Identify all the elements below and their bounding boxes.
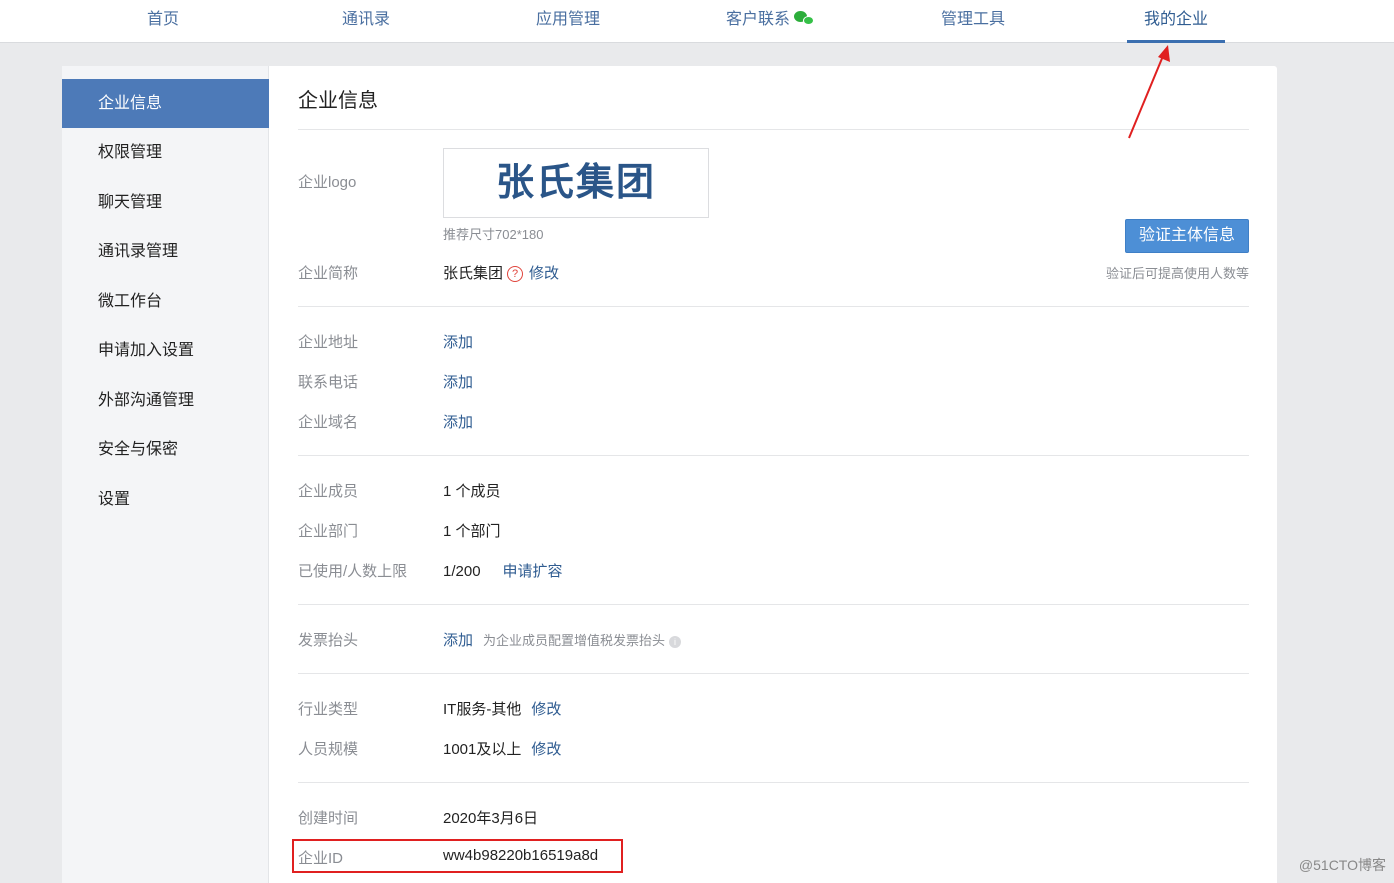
top-nav: 首页 通讯录 应用管理 客户联系 管理工具 我的企业 (0, 0, 1394, 43)
edit-industry-link[interactable]: 修改 (531, 701, 561, 718)
sidebar-item-permissions[interactable]: 权限管理 (62, 128, 269, 177)
usage-row: 1/200 申请扩容 (443, 560, 563, 581)
short-name-row: 张氏集团? 修改 (443, 262, 559, 283)
sidebar-item-settings[interactable]: 设置 (62, 475, 269, 524)
members-value: 1 个成员 (443, 483, 501, 500)
created-value: 2020年3月6日 (443, 810, 539, 827)
divider (298, 129, 1249, 130)
verify-hint: 验证后可提高使用人数等 (1105, 266, 1249, 281)
corp-id-highlight-box (292, 839, 623, 873)
domain-label: 企业域名 (298, 414, 359, 431)
invoice-note: 为企业成员配置增值税发票抬头 (483, 633, 666, 648)
invoice-label: 发票抬头 (298, 632, 359, 649)
scale-row: 1001及以上 修改 (443, 738, 561, 759)
nav-management-tools[interactable]: 管理工具 (925, 0, 1021, 43)
edit-scale-link[interactable]: 修改 (531, 741, 561, 758)
main-card: 企业信息 权限管理 聊天管理 通讯录管理 微工作台 申请加入设置 外部沟通管理 … (62, 66, 1277, 883)
scale-label: 人员规模 (298, 741, 359, 758)
sidebar-item-chat-management[interactable]: 聊天管理 (62, 178, 269, 227)
industry-label: 行业类型 (298, 701, 359, 718)
info-icon[interactable]: i (669, 636, 682, 648)
sidebar: 企业信息 权限管理 聊天管理 通讯录管理 微工作台 申请加入设置 外部沟通管理 … (62, 66, 269, 883)
sidebar-item-join-settings[interactable]: 申请加入设置 (62, 326, 269, 375)
logo-label: 企业logo (298, 174, 357, 191)
watermark: @51CTO博客 (1298, 857, 1386, 873)
help-icon[interactable]: ? (507, 266, 524, 282)
sidebar-item-external-communication[interactable]: 外部沟通管理 (62, 376, 269, 425)
logo-size-hint: 推荐尺寸702*180 (443, 227, 544, 242)
add-address-link[interactable]: 添加 (443, 331, 473, 352)
page-title: 企业信息 (298, 90, 378, 112)
address-label: 企业地址 (298, 334, 359, 351)
enterprise-logo[interactable]: 张氏集团 (443, 148, 709, 218)
industry-value: IT服务-其他 (443, 701, 522, 718)
short-name-value: 张氏集团 (443, 265, 504, 282)
created-label: 创建时间 (298, 810, 359, 827)
nav-app-management[interactable]: 应用管理 (519, 0, 617, 43)
edit-short-name-link[interactable]: 修改 (529, 265, 559, 282)
divider (298, 782, 1249, 783)
add-phone-link[interactable]: 添加 (443, 371, 473, 392)
departments-label: 企业部门 (298, 523, 359, 540)
add-invoice-link[interactable]: 添加 (443, 632, 473, 649)
phone-label: 联系电话 (298, 374, 359, 391)
nav-my-enterprise[interactable]: 我的企业 (1127, 0, 1225, 43)
divider (298, 604, 1249, 605)
sidebar-item-micro-workbench[interactable]: 微工作台 (62, 277, 269, 326)
divider (298, 306, 1249, 307)
sidebar-item-contacts-management[interactable]: 通讯录管理 (62, 227, 269, 276)
scale-value: 1001及以上 (443, 741, 522, 758)
nav-customer-contact-label: 客户联系 (725, 11, 790, 28)
nav-contacts[interactable]: 通讯录 (318, 0, 414, 43)
add-domain-link[interactable]: 添加 (443, 411, 473, 432)
sidebar-item-enterprise-info[interactable]: 企业信息 (62, 79, 269, 128)
departments-value: 1 个部门 (443, 523, 501, 540)
divider (298, 455, 1249, 456)
invoice-row: 添加 为企业成员配置增值税发票抬头 i (443, 629, 682, 650)
divider (298, 673, 1249, 674)
nav-home[interactable]: 首页 (114, 0, 212, 43)
usage-value: 1/200 (443, 563, 481, 580)
verify-entity-button[interactable]: 验证主体信息 (1125, 219, 1249, 253)
industry-row: IT服务-其他 修改 (443, 698, 561, 719)
apply-expansion-link[interactable]: 申请扩容 (503, 563, 563, 580)
short-name-label: 企业简称 (298, 265, 359, 282)
nav-customer-contact[interactable]: 客户联系 (716, 0, 826, 43)
wechat-icon (794, 10, 816, 26)
members-label: 企业成员 (298, 483, 359, 500)
sidebar-item-security[interactable]: 安全与保密 (62, 425, 269, 474)
usage-label: 已使用/人数上限 (298, 563, 408, 580)
